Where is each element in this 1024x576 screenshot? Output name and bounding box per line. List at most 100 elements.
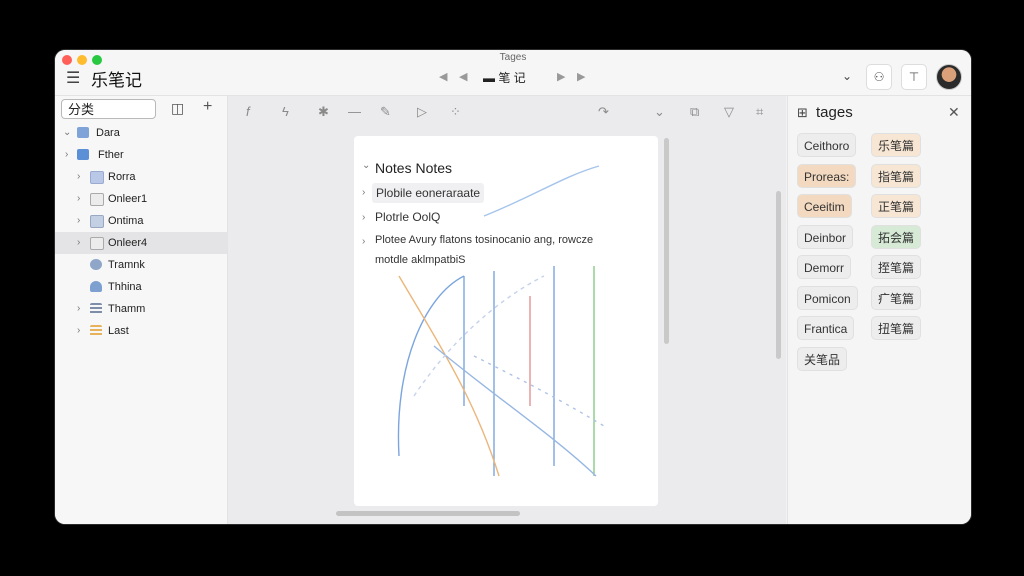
tag-chip[interactable]: Deinbor <box>797 224 854 249</box>
editor-area: f ϟ ✱ — ✎ ▷ ⁘ ↷ ⌄ ⧉ ▽ ⌗ ⌄ Notes Notes › … <box>228 96 786 524</box>
note-line[interactable]: Plotrle OolQ <box>375 210 440 224</box>
tree-item-fther[interactable]: › Fther <box>55 144 227 166</box>
chevron-right-icon[interactable]: › <box>77 166 80 188</box>
code-icon[interactable]: ⌗ <box>756 104 763 120</box>
page-scrollbar[interactable] <box>664 138 669 344</box>
tag-chip[interactable]: 疒笔篇 <box>871 285 922 310</box>
close-icon[interactable]: ✕ <box>948 104 960 121</box>
chevron-down-icon[interactable]: ⌄ <box>362 160 370 171</box>
user-icon[interactable]: ⚇ <box>866 64 892 90</box>
checkbox-folder-icon <box>77 149 89 160</box>
document-title: ▬ 笔 记 <box>483 71 526 85</box>
note-page[interactable]: ⌄ Notes Notes › Plobile eoneraraate › Pl… <box>354 136 658 506</box>
tree-item-tramnk[interactable]: Tramnk <box>55 254 227 276</box>
tree-item-label: Dara <box>96 127 120 139</box>
tree-item-rorra[interactable]: › Rorra <box>55 166 227 188</box>
tag-chip[interactable]: Proreas: <box>797 163 857 188</box>
avatar[interactable] <box>936 64 962 90</box>
note-line[interactable]: Plotee Avury flatons tosinocanio ang, ro… <box>375 234 593 246</box>
chevron-right-icon[interactable]: › <box>362 187 365 198</box>
sidebar-toggle-icon[interactable]: ◫ <box>171 100 184 117</box>
stack-icon <box>90 303 102 314</box>
tree-item-label: Rorra <box>108 171 136 183</box>
tree-item-label: Fther <box>98 149 124 161</box>
menu-icon[interactable]: ☰ <box>66 68 80 88</box>
redo-icon[interactable]: ↷ <box>598 104 609 120</box>
folder-icon <box>90 215 104 228</box>
tree-item-label: Onleer4 <box>108 237 148 249</box>
forward-icon[interactable]: ▶ <box>557 70 565 83</box>
horizontal-scrollbar[interactable] <box>336 511 520 516</box>
comment-icon[interactable]: ▽ <box>724 104 734 120</box>
tree-item-onleer1[interactable]: › Onleer1 <box>55 188 227 210</box>
bell-icon <box>90 281 102 292</box>
tag-chip[interactable]: Ceithoro <box>797 133 857 157</box>
layers-icon[interactable]: ⧉ <box>690 104 699 120</box>
function-icon[interactable]: f <box>246 104 250 119</box>
tree-item-onleer4[interactable]: › Onleer4 <box>55 232 227 254</box>
shield-icon <box>90 259 102 270</box>
tree-item-label: Ontima <box>108 215 144 227</box>
tree-item-ontima[interactable]: › Ontima <box>55 210 227 232</box>
pen-icon[interactable]: ✎ <box>380 104 391 120</box>
tree-item-label: Tramnk <box>108 259 145 271</box>
chevron-right-icon[interactable]: › <box>77 210 80 232</box>
tree-item-label: Last <box>108 325 129 337</box>
chevron-down-icon[interactable]: ⌄ <box>839 64 855 88</box>
app-window: Tages ☰ 乐笔记 ◀ ◀ ▬ 笔 记 ▶ ▶ ⌄ ⚇ ⊤ 分类 ◫ + ⌄… <box>55 50 971 524</box>
tag-chip[interactable]: Demorr <box>797 255 852 279</box>
chevron-right-icon[interactable]: › <box>362 212 365 223</box>
tree-item-last[interactable]: › Last <box>55 320 227 342</box>
tree-item-thamm[interactable]: › Thamm <box>55 298 227 320</box>
chevron-right-icon[interactable]: › <box>77 320 80 342</box>
tag-chip[interactable]: 拓会篇 <box>871 224 922 249</box>
note-line[interactable]: Plobile eoneraraate <box>372 183 485 203</box>
play-icon[interactable]: ▷ <box>417 104 427 120</box>
tag-chip[interactable]: 指笔篇 <box>871 163 922 188</box>
chevron-right-icon[interactable]: › <box>77 232 80 254</box>
tree-item-label: Thhina <box>108 281 142 293</box>
chevron-down-icon[interactable]: ⌄ <box>63 122 71 144</box>
add-icon[interactable]: + <box>203 98 212 116</box>
folder-icon <box>77 127 89 138</box>
tag-chip[interactable]: 挃笔篇 <box>871 255 922 279</box>
tag-chip[interactable]: Frantica <box>797 316 855 340</box>
tag-chip[interactable]: 正笔篇 <box>871 194 922 218</box>
tree-item-label: Onleer1 <box>108 193 148 205</box>
tree-item-dara[interactable]: ⌄ Dara <box>55 122 227 144</box>
title-bar: Tages ☰ 乐笔记 ◀ ◀ ▬ 笔 记 ▶ ▶ ⌄ ⚇ ⊤ <box>55 50 971 96</box>
note-line[interactable]: motdle aklmpatbiS <box>375 254 466 266</box>
asterisk-icon[interactable]: ✱ <box>318 104 329 120</box>
app-name: 乐笔记 <box>91 71 142 90</box>
chevron-down-icon[interactable]: ⌄ <box>654 104 665 120</box>
chevron-right-icon[interactable]: › <box>362 236 365 247</box>
note-heading: Notes Notes <box>375 160 453 176</box>
folder-icon <box>90 171 104 184</box>
tag-chip[interactable]: 乐笔篇 <box>871 133 922 157</box>
folder-icon <box>90 193 104 206</box>
back-double-icon[interactable]: ◀ <box>459 70 467 83</box>
minus-icon[interactable]: — <box>348 104 361 119</box>
tag-chip[interactable]: 扭笔篇 <box>871 316 922 340</box>
list-icon <box>90 325 102 336</box>
folder-icon <box>90 237 104 250</box>
chevron-right-icon[interactable]: › <box>77 188 80 210</box>
forward-double-icon[interactable]: ▶ <box>577 70 585 83</box>
chevron-right-icon[interactable]: › <box>65 144 68 166</box>
back-icon[interactable]: ◀ <box>439 70 447 83</box>
pin-icon[interactable]: ⊤ <box>901 64 927 90</box>
chevron-right-icon[interactable]: › <box>77 298 80 320</box>
tags-panel-title: tages <box>816 104 853 121</box>
tag-chip[interactable]: Ceeitim <box>797 194 852 218</box>
flash-icon[interactable]: ϟ <box>282 104 289 119</box>
tag-chip[interactable]: 关笔品 <box>797 346 848 371</box>
category-dropdown[interactable]: 分类 <box>61 99 156 119</box>
tag-chip[interactable]: Pomicon <box>797 285 858 310</box>
grid-icon[interactable]: ⁘ <box>450 104 461 120</box>
tag-grid-icon: ⊞ <box>797 105 808 120</box>
tree-item-thhina[interactable]: Thhina <box>55 276 227 298</box>
editor-scrollbar[interactable] <box>776 191 781 359</box>
tree-item-label: Thamm <box>108 303 146 315</box>
tags-panel: ⊞ tages ✕ Ceithoro 乐笔篇 Proreas: 指笔篇 Ceeitim 正… <box>787 96 971 524</box>
sidebar: 分类 ◫ + ⌄ Dara › Fther › Rorra › Onleer1 … <box>55 96 228 524</box>
